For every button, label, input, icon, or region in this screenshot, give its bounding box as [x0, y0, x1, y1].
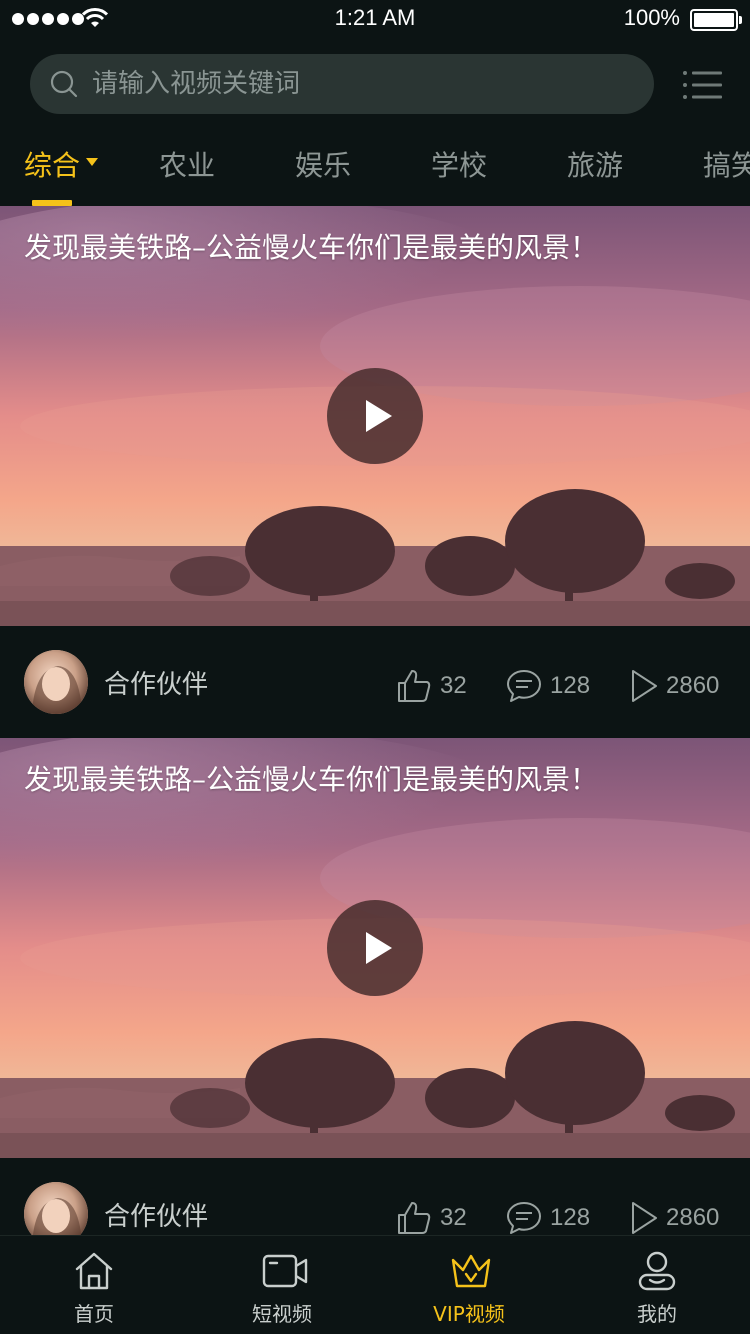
battery-percentage: 100% [623, 5, 680, 30]
comment-icon [507, 1202, 541, 1234]
author-name[interactable]: 合作伙伴 [104, 664, 208, 701]
play-count: 2860 [666, 672, 720, 699]
play-icon[interactable] [327, 900, 423, 996]
tab-entertainment[interactable]: 娱乐 [295, 144, 351, 184]
bottom-navigation: 首页 短视频 VIP视频 我的 [0, 1235, 750, 1334]
play-count: 2860 [666, 1204, 720, 1231]
video-meta: 合作伙伴 32 128 2860 [0, 626, 750, 738]
menu-list-icon[interactable] [682, 70, 722, 100]
play-count-stat: 2860 [630, 1200, 719, 1236]
category-tabs: 综合 农业 娱乐 学校 旅游 搞笑 [0, 134, 750, 206]
thumbs-up-icon [398, 670, 431, 702]
chevron-down-icon[interactable] [86, 158, 98, 166]
like-stat[interactable]: 32 [396, 1200, 467, 1236]
tab-funny[interactable]: 搞笑 [703, 144, 750, 184]
avatar[interactable] [24, 650, 88, 714]
tab-comprehensive[interactable]: 综合 [24, 144, 80, 184]
like-count: 32 [440, 672, 467, 699]
search-bar[interactable] [30, 54, 654, 114]
play-count-stat: 2860 [630, 668, 719, 704]
nav-profile-label: 我的 [637, 1302, 677, 1326]
user-icon [638, 1251, 676, 1291]
nav-home[interactable]: 首页 [24, 1236, 164, 1334]
like-count: 32 [440, 1204, 467, 1231]
like-stat[interactable]: 32 [396, 668, 467, 704]
nav-profile[interactable]: 我的 [587, 1236, 727, 1334]
play-outline-icon [632, 1202, 657, 1234]
comment-stat[interactable]: 128 [506, 668, 590, 704]
nav-vip-video-label: VIP视频 [433, 1302, 505, 1326]
comment-stat[interactable]: 128 [506, 1200, 590, 1236]
status-bar: 1:21 AM 100% [0, 0, 750, 40]
battery-icon [690, 9, 742, 31]
video-title: 发现最美铁路–公益慢火车你们是最美的风景！ [24, 763, 599, 796]
play-outline-icon [632, 670, 657, 702]
video-camera-icon [262, 1254, 308, 1288]
tab-travel[interactable]: 旅游 [567, 144, 623, 184]
video-thumbnail[interactable]: 发现最美铁路–公益慢火车你们是最美的风景！ [0, 738, 750, 1158]
comment-icon [507, 670, 541, 702]
nav-short-video-label: 短视频 [252, 1302, 312, 1326]
video-thumbnail[interactable]: 发现最美铁路–公益慢火车你们是最美的风景！ [0, 206, 750, 626]
comment-count: 128 [550, 672, 591, 699]
play-icon[interactable] [327, 368, 423, 464]
nav-home-label: 首页 [74, 1302, 114, 1326]
thumbs-up-icon [398, 1202, 431, 1234]
author-name[interactable]: 合作伙伴 [104, 1196, 208, 1233]
tab-school[interactable]: 学校 [431, 144, 487, 184]
nav-short-video[interactable]: 短视频 [212, 1236, 352, 1334]
search-input[interactable] [92, 69, 612, 99]
video-title: 发现最美铁路–公益慢火车你们是最美的风景！ [24, 231, 599, 264]
search-icon [50, 70, 78, 98]
tab-agriculture[interactable]: 农业 [159, 144, 215, 184]
comment-count: 128 [550, 1204, 591, 1231]
home-icon [75, 1252, 113, 1290]
nav-vip-video[interactable]: VIP视频 [399, 1236, 539, 1334]
crown-icon [451, 1254, 491, 1288]
